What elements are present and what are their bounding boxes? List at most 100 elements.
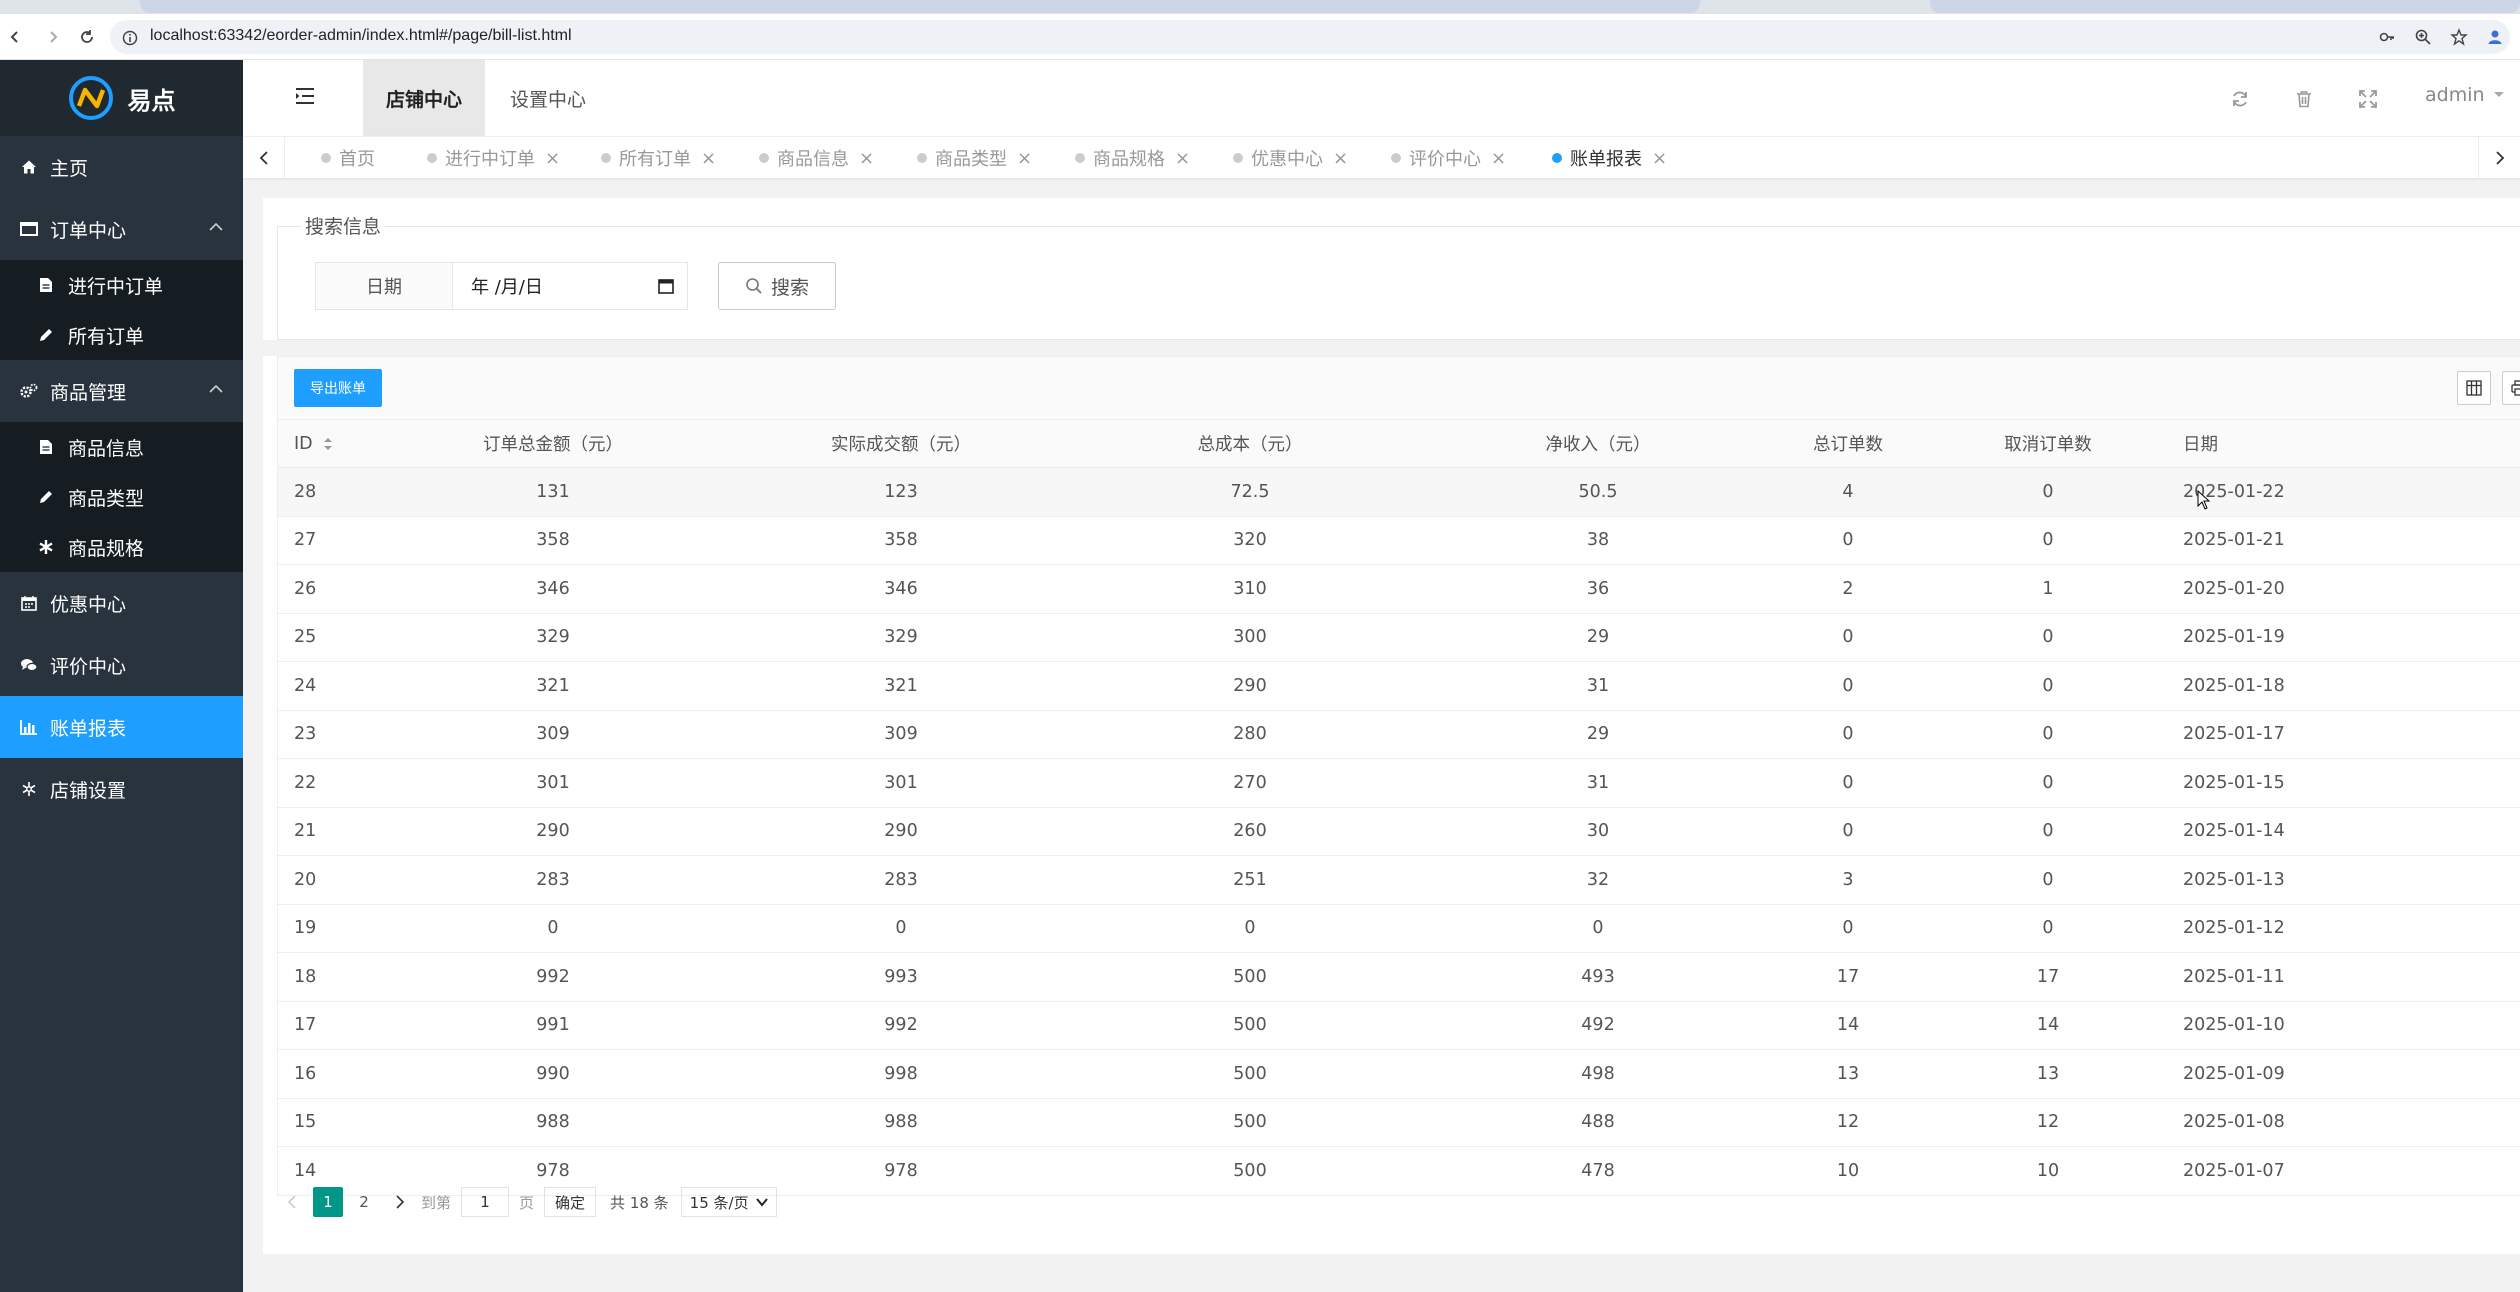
print-icon[interactable] xyxy=(2502,371,2520,405)
table-row[interactable]: 16 990 998 500 498 13 13 2025-01-09 xyxy=(277,1050,2520,1099)
table-row[interactable]: 27 358 358 320 38 0 0 2025-01-21 xyxy=(277,516,2520,565)
close-icon[interactable]: × xyxy=(545,148,560,169)
table-row[interactable]: 22 301 301 270 31 0 0 2025-01-15 xyxy=(277,759,2520,808)
date-field[interactable]: 年 /月/日 xyxy=(452,262,688,310)
menu-toggle-icon[interactable] xyxy=(295,87,315,105)
page-tab-bill-report[interactable]: 账单报表 × xyxy=(1552,137,1667,179)
cell-cancel-count: 0 xyxy=(2042,918,2054,939)
cell-cancel-count: 17 xyxy=(2036,966,2060,987)
sidebar-item-label: 进行中订单 xyxy=(68,275,164,298)
close-icon[interactable]: × xyxy=(1175,148,1190,169)
sidebar-item-ongoing-orders[interactable]: 进行中订单 xyxy=(0,260,243,310)
table-row[interactable]: 26 346 346 310 36 2 1 2025-01-20 xyxy=(277,565,2520,614)
back-icon[interactable] xyxy=(4,26,26,48)
sidebar-item-reviews[interactable]: 评价中心 xyxy=(0,634,243,696)
page-tab-home[interactable]: 首页 xyxy=(321,137,375,179)
export-bill-button[interactable]: 导出账单 xyxy=(294,369,382,407)
refresh-icon[interactable] xyxy=(2229,88,2251,110)
trash-icon[interactable] xyxy=(2293,88,2315,110)
reload-icon[interactable] xyxy=(76,26,98,48)
page-tab-product-type[interactable]: 商品类型 × xyxy=(917,137,1032,179)
sidebar-item-product-spec[interactable]: 商品规格 xyxy=(0,522,243,572)
bookmark-star-icon[interactable] xyxy=(2448,26,2470,48)
table-row[interactable]: 21 290 290 260 30 0 0 2025-01-14 xyxy=(277,807,2520,856)
table-row[interactable]: 23 309 309 280 29 0 0 2025-01-17 xyxy=(277,710,2520,759)
goto-page-input[interactable]: 1 xyxy=(461,1187,510,1217)
close-icon[interactable]: × xyxy=(1652,148,1667,169)
sidebar-item-product-management[interactable]: 商品管理 xyxy=(0,360,243,422)
table-row[interactable]: 20 283 283 251 32 3 0 2025-01-13 xyxy=(277,856,2520,905)
cell-id: 21 xyxy=(294,821,317,842)
page-tab-product-spec[interactable]: 商品规格 × xyxy=(1075,137,1190,179)
sort-icon[interactable] xyxy=(323,437,333,451)
page-number[interactable]: 2 xyxy=(349,1187,379,1217)
page-tab-all-orders[interactable]: 所有订单 × xyxy=(601,137,716,179)
cell-date: 2025-01-07 xyxy=(2183,1160,2285,1181)
sidebar-item-bill-report[interactable]: 账单报表 xyxy=(0,696,243,758)
forward-icon[interactable] xyxy=(42,26,64,48)
user-name: admin xyxy=(2425,84,2485,106)
table-row[interactable]: 19 0 0 0 0 0 0 2025-01-12 xyxy=(277,904,2520,953)
browser-tab-group[interactable] xyxy=(140,0,1700,13)
table-row[interactable]: 25 329 329 300 29 0 0 2025-01-19 xyxy=(277,613,2520,662)
tab-store-center[interactable]: 店铺中心 xyxy=(363,60,485,136)
next-page-icon[interactable] xyxy=(385,1187,415,1217)
column-header-id[interactable]: ID xyxy=(294,420,333,467)
calendar-picker-icon[interactable] xyxy=(657,277,675,295)
sidebar-item-all-orders[interactable]: 所有订单 xyxy=(0,310,243,360)
sidebar-item-promotions[interactable]: 优惠中心 xyxy=(0,572,243,634)
page-number[interactable]: 1 xyxy=(313,1187,343,1217)
profile-icon[interactable] xyxy=(2484,26,2506,48)
zoom-icon[interactable] xyxy=(2412,26,2434,48)
site-info-icon[interactable] xyxy=(122,30,138,46)
table-row[interactable]: 18 992 993 500 493 17 17 2025-01-11 xyxy=(277,953,2520,1002)
cell-actual-amount: 290 xyxy=(884,821,918,842)
tab-settings-center[interactable]: 设置中心 xyxy=(487,60,609,136)
sidebar-item-product-info[interactable]: 商品信息 xyxy=(0,422,243,472)
page-tab-label: 商品类型 xyxy=(935,149,1007,170)
sidebar-item-order-center[interactable]: 订单中心 xyxy=(0,198,243,260)
prev-page-icon[interactable] xyxy=(277,1187,307,1217)
tab-dot xyxy=(427,153,437,163)
table-row[interactable]: 24 321 321 290 31 0 0 2025-01-18 xyxy=(277,662,2520,711)
tabs-scroll-right-icon[interactable] xyxy=(2478,137,2520,179)
page-tab-product-info[interactable]: 商品信息 × xyxy=(759,137,874,179)
sidebar-item-home[interactable]: 主页 xyxy=(0,136,243,198)
cell-cancel-count: 13 xyxy=(2036,1063,2060,1084)
password-key-icon[interactable] xyxy=(2376,26,2398,48)
table-row[interactable]: 15 988 988 500 488 12 12 2025-01-08 xyxy=(277,1098,2520,1147)
table-row[interactable]: 28 131 123 72.5 50.5 4 0 2025-01-22 xyxy=(277,468,2520,517)
close-icon[interactable]: × xyxy=(701,148,716,169)
page-size-select[interactable]: 15 条/页 xyxy=(680,1187,777,1217)
table-row[interactable]: 17 991 992 500 492 14 14 2025-01-10 xyxy=(277,1001,2520,1050)
cell-total-cost: 310 xyxy=(1233,578,1267,599)
file-icon xyxy=(36,275,56,295)
table-panel: 导出账单 ID 订单总金额（元） 实际成交额（元） 总成本（元） 净收入（元） … xyxy=(263,356,2520,1254)
page-tab-promotions[interactable]: 优惠中心 × xyxy=(1233,137,1348,179)
cell-total-cost: 280 xyxy=(1233,724,1267,745)
date-placeholder: 年 /月/日 xyxy=(471,277,543,298)
cell-date: 2025-01-18 xyxy=(2183,675,2285,696)
browser-tab-group[interactable] xyxy=(1930,0,2520,13)
page-tab-ongoing-orders[interactable]: 进行中订单 × xyxy=(427,137,560,179)
cell-actual-amount: 329 xyxy=(884,627,918,648)
url-text[interactable]: localhost:63342/eorder-admin/index.html#… xyxy=(150,27,572,45)
columns-filter-icon[interactable] xyxy=(2457,371,2491,405)
user-menu[interactable]: admin xyxy=(2425,84,2505,106)
cell-id: 18 xyxy=(294,966,317,987)
close-icon[interactable]: × xyxy=(1017,148,1032,169)
browser-tabstrip xyxy=(0,0,2520,14)
close-icon[interactable]: × xyxy=(1333,148,1348,169)
search-button[interactable]: 搜索 xyxy=(718,262,836,310)
close-icon[interactable]: × xyxy=(1491,148,1506,169)
sidebar-item-store-settings[interactable]: 店铺设置 xyxy=(0,758,243,820)
page-tab-reviews[interactable]: 评价中心 × xyxy=(1391,137,1506,179)
sidebar-item-product-type[interactable]: 商品类型 xyxy=(0,472,243,522)
cell-cancel-count: 0 xyxy=(2042,530,2054,551)
close-icon[interactable]: × xyxy=(859,148,874,169)
tabs-scroll-left-icon[interactable] xyxy=(243,137,285,179)
cell-net-income: 50.5 xyxy=(1578,481,1618,502)
fullscreen-icon[interactable] xyxy=(2357,88,2379,110)
logo[interactable]: 易点 xyxy=(0,60,243,136)
goto-confirm-button[interactable]: 确定 xyxy=(544,1187,597,1217)
